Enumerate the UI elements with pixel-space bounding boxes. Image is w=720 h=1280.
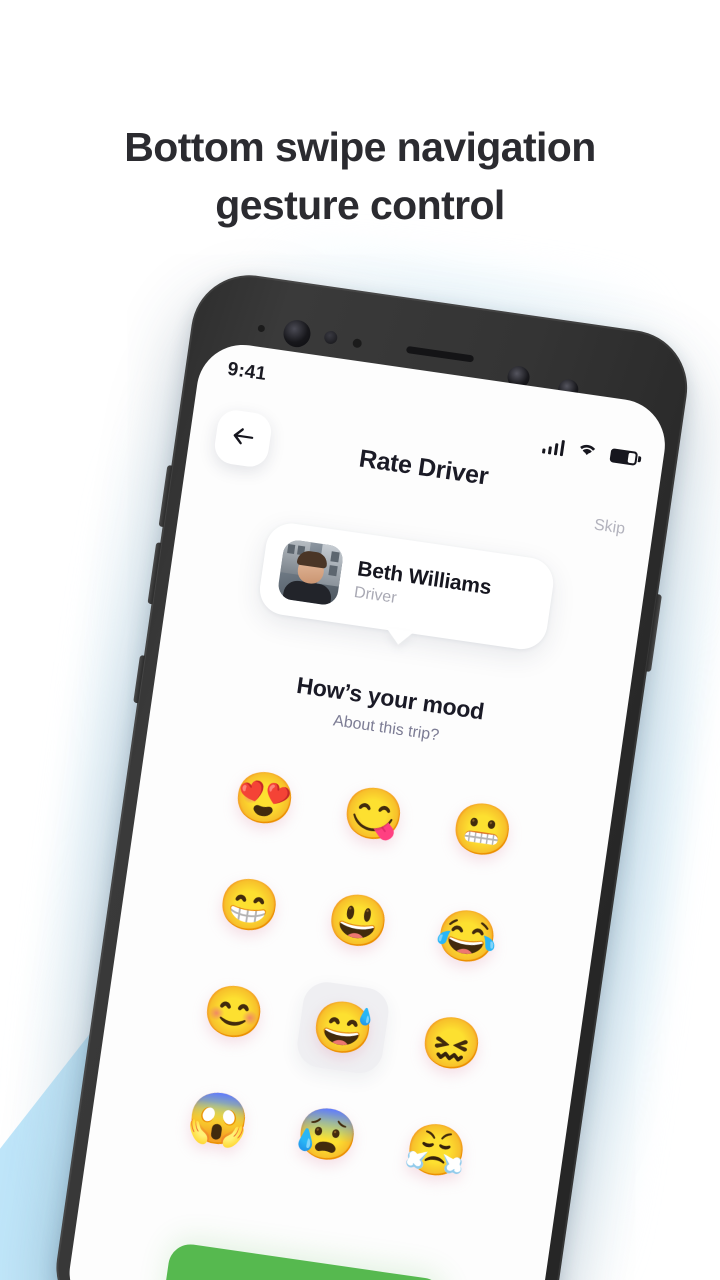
submit-swipe-button[interactable] bbox=[159, 1241, 447, 1280]
yum-tongue-emoji: 😋 bbox=[338, 781, 409, 847]
front-camera-icon bbox=[281, 318, 313, 349]
driver-card[interactable]: Beth Williams Driver bbox=[256, 520, 557, 653]
emoji-option-1[interactable]: 😋 bbox=[325, 765, 422, 862]
battery-icon bbox=[609, 447, 639, 466]
tears-of-joy-emoji: 😂 bbox=[432, 904, 503, 969]
emoji-option-2[interactable]: 😬 bbox=[434, 781, 531, 878]
skip-button[interactable]: Skip bbox=[593, 517, 626, 539]
heart-eyes-emoji: 😍 bbox=[230, 766, 300, 831]
screaming-fear-emoji: 😱 bbox=[183, 1086, 254, 1152]
emoji-option-5[interactable]: 😂 bbox=[419, 888, 516, 985]
sweat-grin-emoji: 😅 bbox=[308, 995, 378, 1060]
emoji-grid: 😍 😋 😬 😁 😃 😂 😊 😅 😖 😱 😰 😤 bbox=[158, 748, 543, 1201]
driver-info: Beth Williams Driver bbox=[353, 556, 493, 621]
headline-line-1: Bottom swipe navigation bbox=[124, 124, 596, 170]
emoji-option-4[interactable]: 😃 bbox=[310, 872, 407, 969]
proximity-sensor-icon bbox=[257, 324, 266, 333]
emoji-option-8[interactable]: 😖 bbox=[403, 995, 500, 1092]
emoji-option-7[interactable]: 😅 bbox=[294, 979, 392, 1077]
anxious-sweat-emoji: 😰 bbox=[292, 1102, 363, 1167]
iris-sensor-icon bbox=[323, 330, 339, 345]
emoji-option-0[interactable]: 😍 bbox=[216, 750, 313, 847]
signal-bars-icon bbox=[541, 437, 566, 456]
cta-zone bbox=[64, 1228, 543, 1280]
light-sensor-icon bbox=[352, 338, 363, 349]
grimacing-emoji: 😬 bbox=[447, 797, 518, 862]
earpiece-speaker-icon bbox=[405, 345, 475, 363]
emoji-option-10[interactable]: 😰 bbox=[279, 1086, 376, 1183]
page-headline: Bottom swipe navigation gesture control bbox=[0, 118, 720, 234]
headline-line-2: gesture control bbox=[215, 182, 505, 229]
confounded-face-emoji: 😖 bbox=[417, 1011, 487, 1076]
avatar bbox=[276, 538, 345, 607]
emoji-option-3[interactable]: 😁 bbox=[201, 856, 298, 953]
beaming-grin-emoji: 😁 bbox=[214, 873, 285, 938]
open-mouth-smile-emoji: 😃 bbox=[323, 888, 394, 954]
emoji-option-6[interactable]: 😊 bbox=[185, 963, 282, 1060]
face-exhaling-emoji: 😤 bbox=[401, 1118, 472, 1183]
smiling-face-emoji: 😊 bbox=[199, 979, 269, 1045]
emoji-option-11[interactable]: 😤 bbox=[388, 1102, 485, 1199]
emoji-option-9[interactable]: 😱 bbox=[170, 1070, 267, 1167]
